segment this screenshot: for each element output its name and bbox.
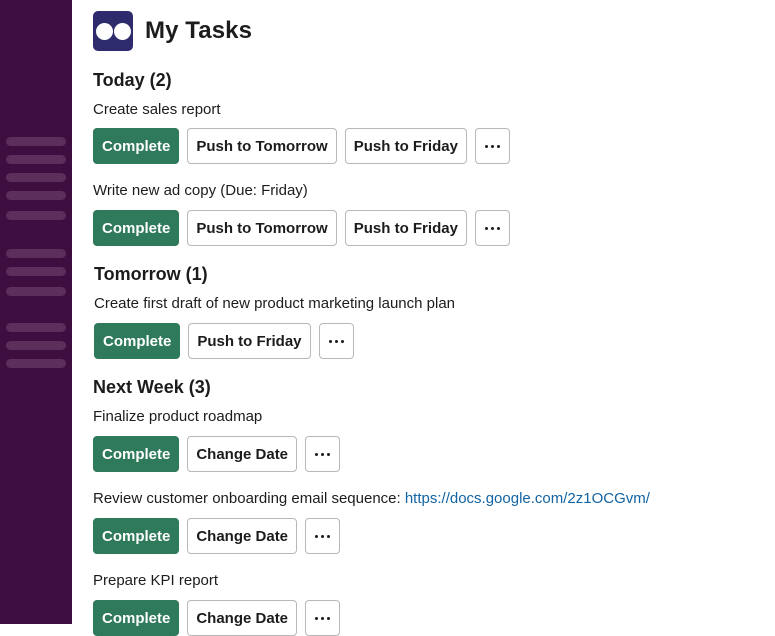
page-title: My Tasks — [145, 17, 253, 44]
header: My Tasks — [93, 11, 252, 51]
section-heading-next-week: Next Week (3) — [93, 377, 211, 397]
section-heading-today: Today (2) — [93, 70, 172, 90]
more-horizontal-icon — [315, 616, 331, 620]
sidebar-placeholder-item[interactable] — [6, 359, 66, 368]
more-horizontal-icon — [484, 144, 500, 148]
task-doc-link[interactable]: https://docs.google.com/2z1OCGvm/ — [405, 490, 650, 507]
task-actions: Complete Change Date — [93, 436, 341, 472]
push-to-friday-button[interactable]: Push to Friday — [344, 210, 467, 246]
more-options-button[interactable] — [305, 436, 341, 472]
task-text: Finalize product roadmap — [93, 408, 263, 425]
more-options-button[interactable] — [305, 518, 341, 554]
push-to-friday-button[interactable]: Push to Friday — [344, 128, 467, 164]
sidebar-placeholder-item[interactable] — [6, 341, 66, 350]
push-to-tomorrow-button[interactable]: Push to Tomorrow — [187, 210, 337, 246]
app-logo-icon — [93, 11, 133, 51]
task-text: Write new ad copy (Due: Friday) — [93, 182, 308, 199]
sidebar-placeholder-item[interactable] — [6, 173, 66, 182]
task-text: Prepare KPI report — [93, 572, 219, 589]
more-horizontal-icon — [484, 226, 500, 230]
task-text: Review customer onboarding email sequenc… — [93, 490, 650, 508]
complete-button[interactable]: Complete — [93, 436, 180, 472]
complete-button[interactable]: Complete — [93, 210, 180, 246]
change-date-button[interactable]: Change Date — [187, 518, 298, 554]
push-to-friday-button[interactable]: Push to Friday — [188, 323, 311, 359]
task-panel: My Tasks Today (2) Create sales report C… — [93, 0, 775, 636]
more-horizontal-icon — [315, 452, 331, 456]
change-date-button[interactable]: Change Date — [187, 436, 298, 472]
task-actions: Complete Change Date — [93, 518, 341, 554]
sidebar-placeholder-item[interactable] — [6, 267, 66, 276]
push-to-tomorrow-button[interactable]: Push to Tomorrow — [187, 128, 337, 164]
task-actions: Complete Push to Tomorrow Push to Friday — [93, 210, 510, 246]
sidebar-placeholder-item[interactable] — [6, 191, 66, 200]
change-date-button[interactable]: Change Date — [187, 600, 298, 636]
task-text-label: Review customer onboarding email sequenc… — [93, 490, 405, 507]
task-actions: Complete Push to Tomorrow Push to Friday — [93, 128, 510, 164]
section-heading-tomorrow: Tomorrow (1) — [94, 264, 208, 284]
sidebar-placeholder-item[interactable] — [6, 211, 66, 220]
task-actions: Complete Push to Friday — [94, 323, 354, 359]
complete-button[interactable]: Complete — [93, 128, 180, 164]
more-options-button[interactable] — [474, 210, 510, 246]
more-horizontal-icon — [328, 339, 344, 343]
complete-button[interactable]: Complete — [93, 600, 180, 636]
sidebar-placeholder-item[interactable] — [6, 249, 66, 258]
sidebar — [0, 0, 72, 624]
sidebar-placeholder-item[interactable] — [6, 287, 66, 296]
task-actions: Complete Change Date — [93, 600, 341, 636]
task-text: Create first draft of new product market… — [94, 295, 456, 312]
more-options-button[interactable] — [474, 128, 510, 164]
sidebar-placeholder-item[interactable] — [6, 323, 66, 332]
more-horizontal-icon — [315, 534, 331, 538]
sidebar-placeholder-item[interactable] — [6, 155, 66, 164]
task-text: Create sales report — [93, 101, 221, 118]
complete-button[interactable]: Complete — [93, 518, 180, 554]
more-options-button[interactable] — [318, 323, 354, 359]
complete-button[interactable]: Complete — [94, 323, 181, 359]
more-options-button[interactable] — [305, 600, 341, 636]
sidebar-placeholder-item[interactable] — [6, 137, 66, 146]
